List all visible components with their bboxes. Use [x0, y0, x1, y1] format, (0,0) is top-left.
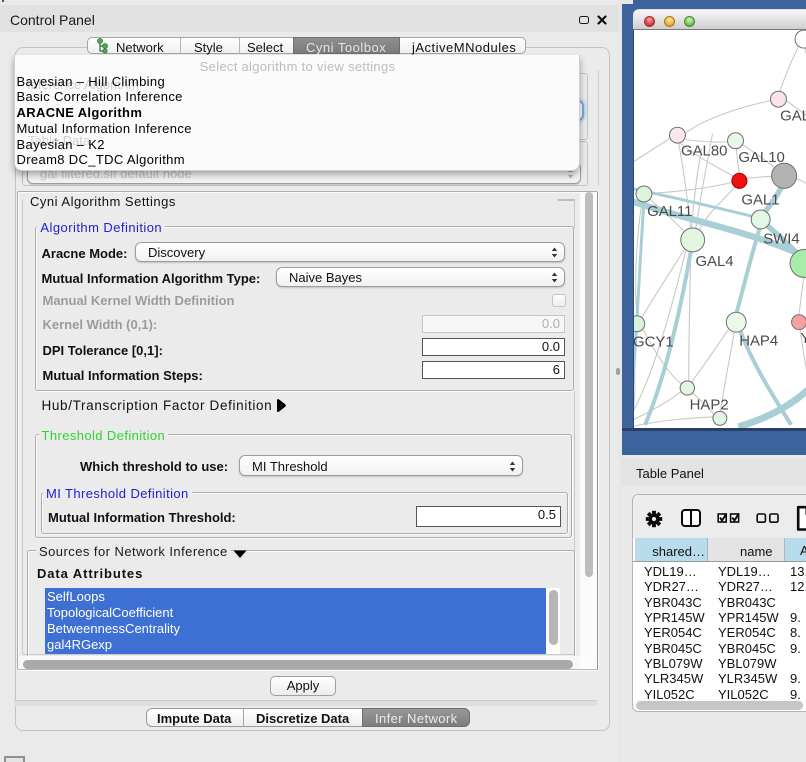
svg-text:YEL: YEL — [801, 331, 806, 347]
svg-text:GAL4: GAL4 — [695, 254, 733, 270]
svg-text:SWI4: SWI4 — [763, 231, 799, 247]
svg-text:GAL10: GAL10 — [738, 150, 784, 166]
svg-text:GCY1: GCY1 — [633, 334, 674, 350]
svg-text:GAL11: GAL11 — [647, 204, 692, 220]
svg-text:HAP2: HAP2 — [690, 397, 729, 413]
svg-text:HAP4: HAP4 — [739, 333, 778, 349]
svg-text:GAL1: GAL1 — [741, 193, 779, 209]
svg-text:GAL80: GAL80 — [681, 143, 727, 159]
svg-text:GAL7: GAL7 — [780, 109, 806, 125]
